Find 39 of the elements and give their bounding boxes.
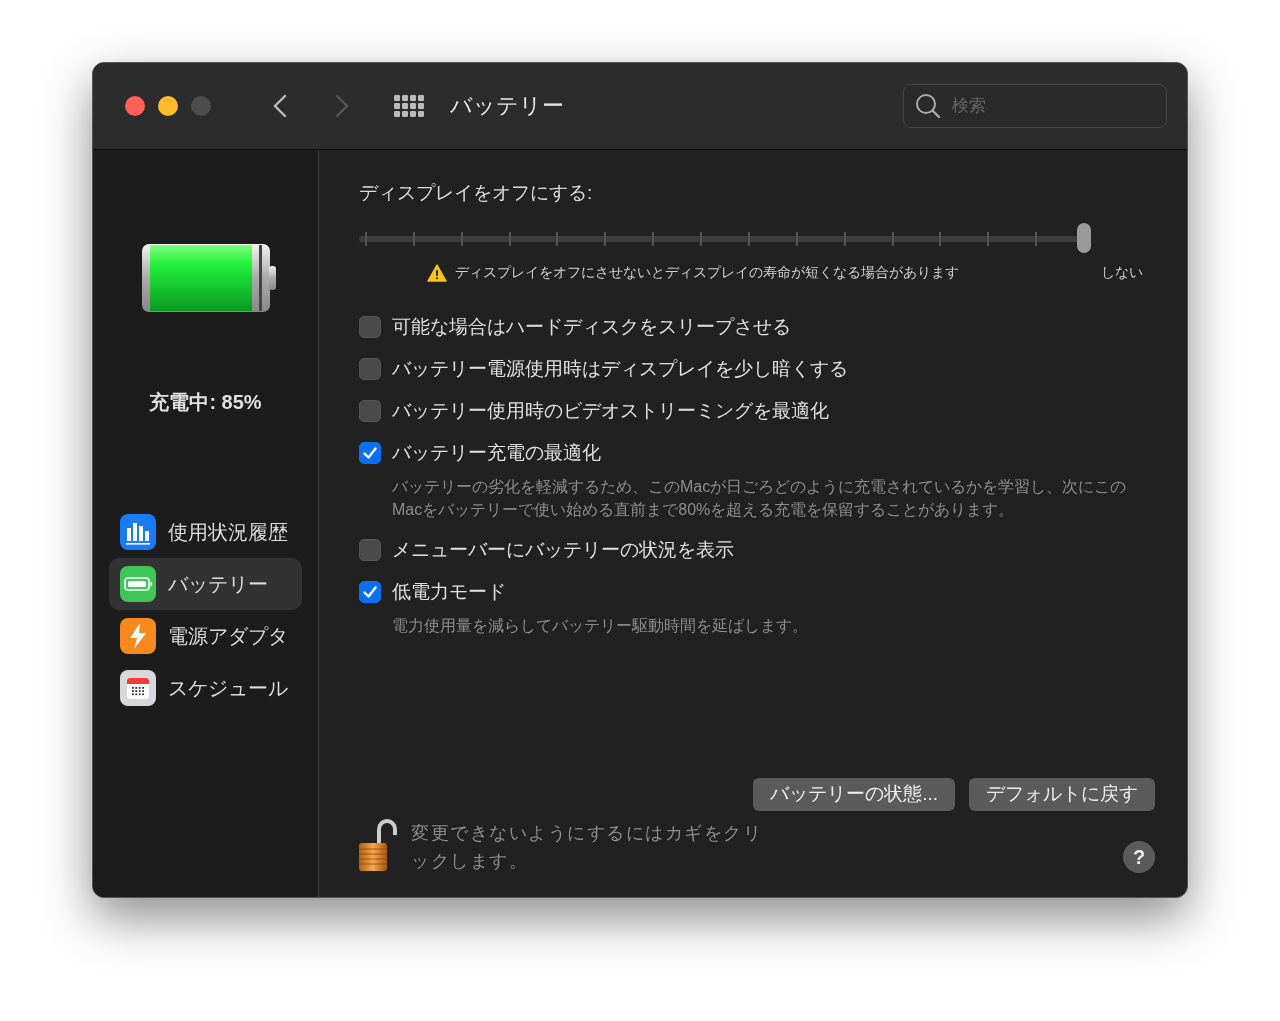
warning-icon [427,264,447,282]
search-field[interactable]: 検索 [903,84,1167,128]
sidebar-item[interactable]: 電源アダプタ [109,610,302,662]
bar-chart-icon [120,514,156,550]
warning-text: ディスプレイをオフにさせないとディスプレイの寿命が短くなる場合があります [455,264,959,282]
close-button[interactable] [125,96,145,116]
charge-status: 充電中: 85% [149,390,262,415]
slider-thumb[interactable] [1077,223,1091,253]
checkbox[interactable] [359,316,381,338]
slider-end-label: しない [1101,264,1143,282]
option-label: 低電力モード [392,580,506,604]
option-description: 電力使用量を減らしてバッテリー駆動時間を延ばします。 [392,616,809,636]
battery-icon [141,244,278,314]
option-description: バッテリーの劣化を軽減するため、このMacが日ごろどのように充電されているかを学習し、次にこのMacをバッテリーで使い始める直前まで80%を超える充電を保留することがあります。 [392,477,1128,520]
window-title: バッテリー [450,92,564,120]
push-button[interactable]: デフォルトに戻す [969,778,1155,811]
back-icon[interactable] [273,94,287,118]
option-label: メニューバーにバッテリーの状況を表示 [392,538,734,562]
checkbox[interactable] [359,581,381,603]
option-label: バッテリー充電の最適化 [392,441,601,465]
sidebar-item[interactable]: スケジュール [109,662,302,714]
checkbox[interactable] [359,358,381,380]
battery-icon [120,566,156,602]
option-label: バッテリー使用時のビデオストリーミングを最適化 [392,399,829,423]
calendar-icon [120,670,156,706]
lock-hint: 変更できないようにするにはカギをクリックします。 [411,822,763,873]
grid-icon[interactable] [394,95,424,117]
display-off-label: ディスプレイをオフにする: [359,181,594,205]
option-label: バッテリー電源使用時はディスプレイを少し暗くする [392,357,848,381]
lightning-icon [120,618,156,654]
sidebar-item[interactable]: バッテリー [109,558,302,610]
sidebar-item[interactable]: 使用状況履歴 [109,506,302,558]
checkbox[interactable] [359,400,381,422]
minimize-button[interactable] [158,96,178,116]
option-label: 可能な場合はハードディスクをスリープさせる [392,315,791,339]
checkbox[interactable] [359,539,381,561]
help-button[interactable]: ? [1123,841,1155,873]
checkbox[interactable] [359,442,381,464]
push-button[interactable]: バッテリーの状態... [753,778,955,811]
